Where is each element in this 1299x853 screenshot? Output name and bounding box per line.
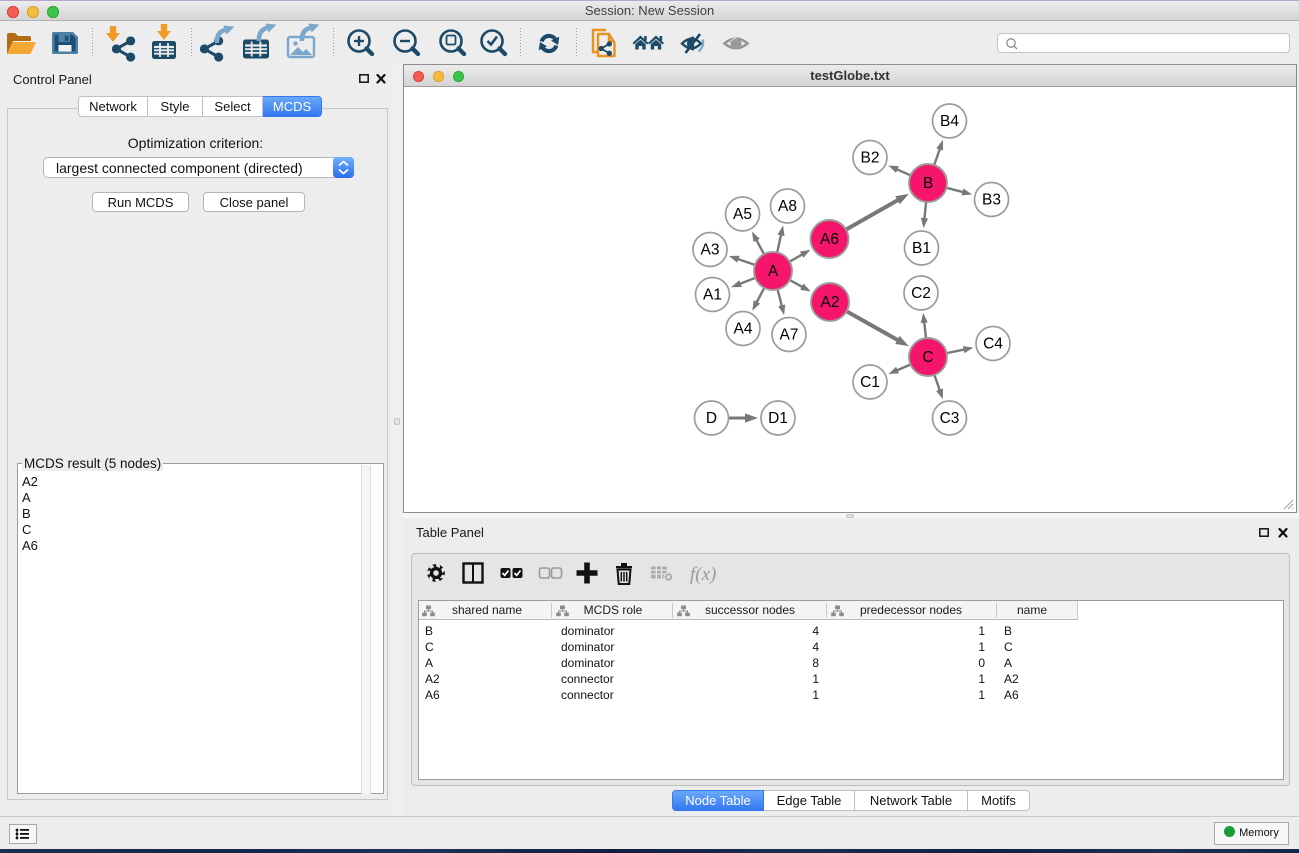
svg-text:A7: A7 [780,327,799,344]
svg-text:A4: A4 [734,321,753,338]
svg-text:A6: A6 [820,231,839,248]
svg-text:C3: C3 [940,410,960,427]
svg-text:B2: B2 [861,150,880,167]
svg-text:B1: B1 [912,240,931,257]
svg-text:C2: C2 [911,285,931,302]
svg-text:B3: B3 [982,192,1001,209]
svg-text:B: B [923,175,933,192]
svg-text:f(x): f(x) [690,564,716,585]
svg-text:A: A [768,263,779,280]
svg-text:A8: A8 [778,198,797,215]
svg-text:A5: A5 [733,206,752,223]
svg-text:A2: A2 [821,294,840,311]
svg-text:C1: C1 [860,374,880,391]
svg-text:A1: A1 [703,287,722,304]
svg-text:C: C [922,349,933,366]
svg-text:A3: A3 [701,242,720,259]
svg-text:B4: B4 [940,113,959,130]
svg-text:D1: D1 [768,410,788,427]
svg-text:D: D [706,410,717,427]
svg-text:C4: C4 [983,336,1003,353]
